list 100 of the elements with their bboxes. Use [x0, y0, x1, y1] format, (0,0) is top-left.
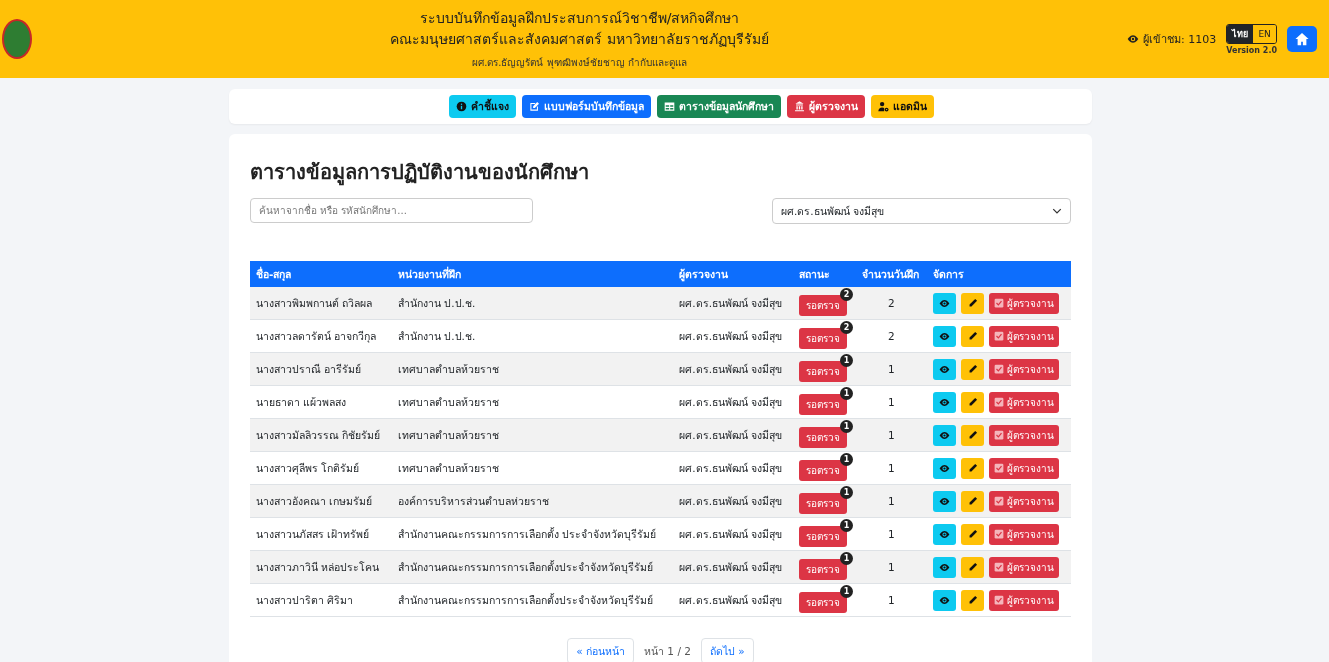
table-cell: นางสาวอังคณา เกษมรัมย์	[250, 484, 392, 518]
count-badge: 1	[840, 551, 854, 565]
reviewer-button[interactable]: ผู้ตรวจงาน	[989, 424, 1060, 446]
edit-button[interactable]	[961, 490, 985, 512]
checkbox-icon	[994, 529, 1005, 539]
table-cell: องค์การบริหารส่วนตำบลห่วยราช	[391, 484, 674, 518]
select-value: ผศ.ดร.ธนพัฒน์ จงมีสุข	[781, 203, 884, 220]
table-cell: ผศ.ดร.ธนพัฒน์ จงมีสุข	[673, 583, 794, 617]
pencil-icon	[967, 529, 978, 539]
nav-button[interactable]: แอดมิน	[871, 95, 934, 118]
pencil-icon	[967, 595, 978, 605]
checkbox-icon	[994, 364, 1005, 374]
eye-icon	[939, 429, 951, 441]
edit-button[interactable]	[961, 556, 985, 578]
edit-button[interactable]	[961, 457, 985, 479]
pencil-icon	[967, 463, 978, 473]
table-cell: นางสาวพิมพกานต์ ถวิลผล	[250, 287, 392, 320]
eye-icon	[939, 594, 951, 606]
view-button[interactable]	[933, 589, 957, 611]
eye-icon	[939, 363, 951, 375]
language-toggle[interactable]: ไทย	[1227, 24, 1254, 43]
pencil-icon	[967, 298, 978, 308]
count-badge: 2	[840, 287, 854, 301]
nav-button[interactable]: ตารางข้อมูลนักศึกษา	[657, 95, 781, 118]
view-button[interactable]	[933, 490, 957, 512]
table-cell: เทศบาลตำบลห้วยราช	[391, 418, 674, 452]
table-cell: ผศ.ดร.ธนพัฒน์ จงมีสุข	[673, 319, 794, 353]
checkbox-icon	[994, 397, 1005, 407]
checkbox-icon	[994, 463, 1005, 473]
reviewer-button[interactable]: ผู้ตรวจงาน	[989, 523, 1060, 545]
count-badge: 1	[840, 485, 854, 499]
edit-button[interactable]	[961, 325, 985, 347]
edit-button[interactable]	[961, 292, 985, 314]
table-cell: สำนักงาน ป.ป.ช.	[391, 287, 674, 320]
table-cell: ผศ.ดร.ธนพัฒน์ จงมีสุข	[673, 451, 794, 485]
reviewer-button[interactable]: ผู้ตรวจงาน	[989, 556, 1060, 578]
reviewer-button[interactable]: ผู้ตรวจงาน	[989, 589, 1060, 611]
pencil-icon	[967, 331, 978, 341]
reviewer-select[interactable]: ผศ.ดร.ธนพัฒน์ จงมีสุข	[772, 198, 1071, 224]
table-cell: 1	[855, 385, 928, 419]
table-cell: เทศบาลตำบลห้วยราช	[391, 385, 674, 419]
column-header: ชื่อ-สกุล	[250, 261, 392, 287]
view-button[interactable]	[933, 325, 957, 347]
count-badge: 1	[840, 518, 854, 532]
reviewer-button[interactable]: ผู้ตรวจงาน	[989, 391, 1060, 413]
reviewer-button[interactable]: ผู้ตรวจงาน	[989, 457, 1060, 479]
pencil-icon	[967, 364, 978, 374]
view-button[interactable]	[933, 424, 957, 446]
reviewer-button[interactable]: ผู้ตรวจงาน	[989, 490, 1060, 512]
view-button[interactable]	[933, 457, 957, 479]
site-title: ระบบบันทึกข้อมูลฝึกประสบการณ์วิชาชีพ/สหกิจศึกษา	[419, 8, 740, 27]
view-button[interactable]	[933, 556, 957, 578]
nav-button[interactable]: แบบฟอร์มบันทึกข้อมูล	[522, 95, 651, 118]
table-cell: นางสาวลดารัตน์ อาจกวีกุล	[250, 319, 392, 353]
pencil-icon	[967, 562, 978, 572]
nav-button[interactable]: ผู้ตรวจงาน	[787, 95, 865, 118]
eye-icon	[939, 462, 951, 474]
table-cell: ผศ.ดร.ธนพัฒน์ จงมีสุข	[673, 418, 794, 452]
table-icon	[664, 101, 675, 112]
view-button[interactable]	[933, 391, 957, 413]
info-icon	[456, 101, 467, 112]
home-button[interactable]	[1287, 26, 1317, 52]
table-cell: 1	[855, 451, 928, 485]
previous-button[interactable]: « ก่อนหน้า	[567, 638, 635, 662]
view-button[interactable]	[933, 523, 957, 545]
site-subtitle: ผศ.ดร.ธัญญรัตน์ พุฑฒิพงษ์ชัยชาญ กำกับและดูแล	[472, 55, 687, 70]
table-cell: 1	[855, 550, 928, 584]
table-cell: เทศบาลตำบลห้วยราช	[391, 451, 674, 485]
edit-button[interactable]	[961, 523, 985, 545]
eye-icon	[939, 330, 951, 342]
view-button[interactable]	[933, 292, 957, 314]
count-badge: 1	[840, 419, 854, 433]
checkbox-icon	[994, 496, 1005, 506]
page-title: ตารางข้อมูลการปฏิบัติงานของนักศึกษา	[250, 159, 590, 188]
eye-icon	[1127, 33, 1139, 45]
table-cell: สำนักงานคณะกรรมการการเลือกตั้งประจำจังหวัดบุรีรัมย์	[391, 583, 674, 617]
pencil-icon	[967, 430, 978, 440]
table-cell: 1	[855, 517, 928, 551]
edit-button[interactable]	[961, 424, 985, 446]
reviewer-button[interactable]: ผู้ตรวจงาน	[989, 292, 1060, 314]
table-cell: นางสาวภาวินี หล่อประโคน	[250, 550, 392, 584]
checkbox-icon	[994, 298, 1005, 308]
table-cell: สำนักงานคณะกรรมการการเลือกตั้ง ประจำจังหวัดบุรีรัมย์	[391, 517, 674, 551]
chevron-down-icon	[1052, 206, 1062, 216]
table-cell: ผศ.ดร.ธนพัฒน์ จงมีสุข	[673, 550, 794, 584]
table-cell: 1	[855, 484, 928, 518]
edit-button[interactable]	[961, 391, 985, 413]
search-field[interactable]: ค้นหาจากชื่อ หรือ รหัสนักศึกษา...	[250, 198, 533, 223]
eye-icon	[939, 528, 951, 540]
edit-button[interactable]	[961, 358, 985, 380]
table-cell: ผศ.ดร.ธนพัฒน์ จงมีสุข	[673, 385, 794, 419]
column-header: จัดการ	[927, 261, 1071, 287]
next-button[interactable]: ถัดไป »	[700, 638, 754, 662]
reviewer-button[interactable]: ผู้ตรวจงาน	[989, 358, 1060, 380]
reviewer-button[interactable]: ผู้ตรวจงาน	[989, 325, 1060, 347]
table-cell: นายธาดา แผ้วพลสง	[250, 385, 392, 419]
pencil-icon	[967, 496, 978, 506]
nav-button[interactable]: คำชี้แจง	[449, 95, 516, 118]
edit-button[interactable]	[961, 589, 985, 611]
view-button[interactable]	[933, 358, 957, 380]
